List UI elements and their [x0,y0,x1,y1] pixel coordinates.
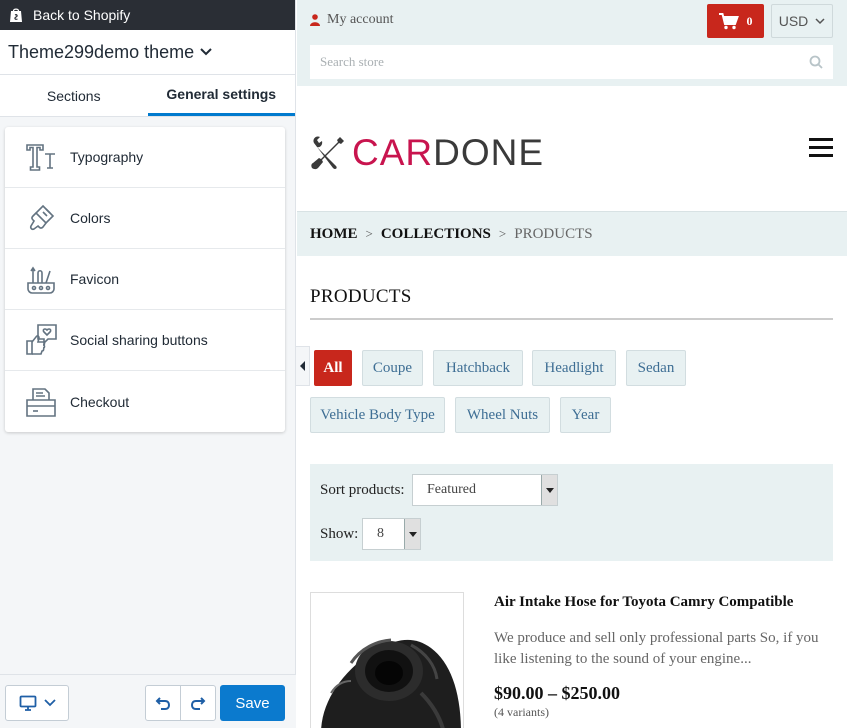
settings-item-social-sharing[interactable]: Social sharing buttons [5,310,285,371]
product-title-link[interactable]: Air Intake Hose for Toyota Camry Compati… [494,594,793,611]
search-icon[interactable] [809,55,823,69]
settings-item-label: Social sharing buttons [70,332,208,348]
tab-general-settings-label: General settings [166,86,277,102]
checkout-icon [23,384,59,420]
tag-filter-year[interactable]: Year [560,397,611,433]
product-description: We produce and sell only professional pa… [494,630,819,667]
device-preview-button[interactable] [5,685,69,721]
tag-filter-wheel-nuts[interactable]: Wheel Nuts [455,397,550,433]
tab-sections[interactable]: Sections [0,75,148,116]
save-button[interactable]: Save [220,685,285,721]
theme-name: Theme299demo theme [8,41,195,62]
tag-filter-sedan[interactable]: Sedan [626,350,686,386]
currency-select[interactable]: USD [771,4,833,38]
settings-item-colors[interactable]: Colors [5,188,285,249]
tab-general-settings[interactable]: General settings [147,75,295,116]
page-title: PRODUCTS [310,286,412,307]
cart-icon [718,12,739,29]
undo-icon [155,697,171,710]
store-header-bar: My account 0 USD [297,0,847,86]
settings-item-label: Checkout [70,393,130,410]
breadcrumb: HOME > COLLECTIONS > PRODUCTS [297,212,847,256]
settings-item-label: Favicon [70,271,120,287]
chevron-down-icon [815,17,825,24]
settings-item-favicon[interactable]: Favicon [5,249,285,310]
tab-sections-label: Sections [46,87,101,104]
logo-text-done: DONE [433,132,545,173]
tag-filter-vehicle-body-type[interactable]: Vehicle Body Type [310,397,445,433]
sort-select[interactable]: Featured [412,474,558,506]
currency-value: USD [778,13,809,29]
settings-item-label: Colors [70,210,111,226]
caret-left-icon [300,361,305,371]
breadcrumb-collections[interactable]: COLLECTIONS [381,226,491,243]
back-label: Back to Shopify [33,7,131,23]
sort-label: Sort products: [320,482,405,498]
my-account-link[interactable]: My account [310,12,393,28]
chevron-down-icon [43,699,56,707]
sort-value: Featured [427,482,476,497]
back-to-shopify-link[interactable]: Back to Shopify [0,0,295,30]
tag-filter-hatchback[interactable]: Hatchback [433,350,523,386]
hamburger-menu-icon[interactable] [809,138,833,157]
title-divider [310,318,833,320]
social-share-icon [23,322,59,358]
sort-controls: Sort products: Featured Show: 8 [310,464,833,561]
tools-logo-icon [311,136,344,170]
theme-editor-sidebar: Back to Shopify Theme299demo theme Secti… [0,0,296,728]
shopify-bag-icon [10,8,22,22]
dropdown-arrow-icon [404,519,420,549]
typography-icon [23,139,59,175]
tag-filter-headlight[interactable]: Headlight [532,350,616,386]
redo-button[interactable] [180,685,216,721]
chevron-down-icon [200,48,212,56]
theme-selector[interactable]: Theme299demo theme [0,30,295,74]
tag-filter-coupe[interactable]: Coupe [362,350,423,386]
logo-text-car: CAR [352,132,434,173]
product-variants-count: (4 variants) [494,705,549,719]
editor-bottom-bar: Save [0,674,296,728]
settings-list: Typography Colors Favicon Social sharing… [5,127,285,432]
breadcrumb-current: PRODUCTS [514,225,593,242]
settings-item-label: Typography [70,149,144,165]
breadcrumb-separator-icon: > [498,226,507,241]
logo-row: CAR DONE [297,86,847,212]
cart-count: 0 [746,13,753,28]
breadcrumb-separator-icon: > [365,226,373,241]
search-input[interactable] [320,54,800,70]
storefront-preview: My account 0 USD CARDONE [297,0,847,728]
show-select[interactable]: 8 [362,518,421,550]
tag-filter-all[interactable]: All [314,350,352,386]
cart-button[interactable]: 0 [707,4,764,38]
my-account-label: My account [327,12,394,27]
store-logo[interactable]: CAR DONE [310,132,544,174]
product-price: $90.00 – $250.00 [494,683,620,703]
user-icon [310,14,320,26]
paintbrush-icon [23,200,59,236]
redo-icon [190,697,206,710]
collapse-sidebar-handle[interactable] [296,346,310,386]
breadcrumb-home[interactable]: HOME [310,226,358,243]
product-image[interactable] [310,592,464,728]
editor-tabs: Sections General settings [0,74,295,117]
dropdown-arrow-icon [541,475,557,505]
undo-button[interactable] [145,685,181,721]
settings-item-checkout[interactable]: Checkout [5,371,285,432]
show-label: Show: [320,526,359,542]
favicon-icon [23,261,59,297]
air-intake-hose-image [321,638,461,728]
show-value: 8 [377,526,384,541]
settings-item-typography[interactable]: Typography [5,127,285,188]
desktop-icon [19,695,36,711]
search-bar [310,45,833,79]
